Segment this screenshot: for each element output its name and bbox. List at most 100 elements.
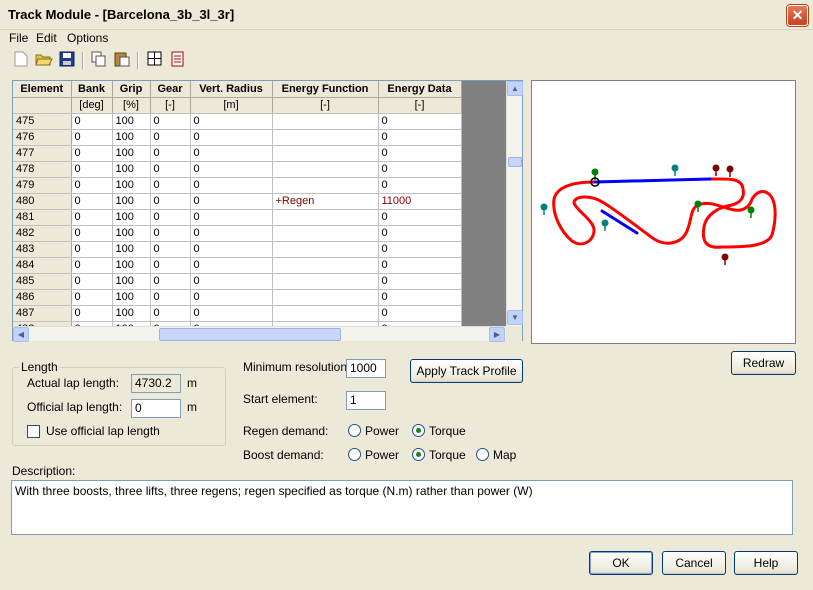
table-cell[interactable]: 100 <box>112 241 151 258</box>
table-cell[interactable]: 100 <box>112 305 151 322</box>
boost-torque-label[interactable]: Torque <box>429 448 466 462</box>
regen-torque-radio[interactable] <box>412 424 425 437</box>
table-cell[interactable]: 100 <box>112 177 151 194</box>
table-cell[interactable]: 0 <box>150 241 191 258</box>
table-cell[interactable]: 0 <box>150 177 191 194</box>
open-folder-icon[interactable] <box>34 51 54 71</box>
table-cell[interactable]: 100 <box>112 145 151 162</box>
help-button[interactable]: Help <box>734 551 798 575</box>
table-cell[interactable]: 0 <box>71 209 113 226</box>
table-cell[interactable]: 100 <box>112 209 151 226</box>
regen-power-label[interactable]: Power <box>365 424 399 438</box>
table-cell[interactable] <box>272 145 379 162</box>
table-cell[interactable]: 0 <box>190 193 273 210</box>
new-document-icon[interactable] <box>11 51 31 71</box>
table-cell[interactable]: 100 <box>112 225 151 242</box>
paste-icon[interactable] <box>112 51 132 71</box>
table-cell[interactable]: 0 <box>378 289 462 306</box>
table-cell[interactable]: 0 <box>190 161 273 178</box>
table-cell[interactable]: 0 <box>71 257 113 274</box>
table-cell[interactable]: 0 <box>190 225 273 242</box>
table-cell[interactable]: 0 <box>71 145 113 162</box>
table-cell[interactable] <box>272 113 379 130</box>
table-cell[interactable]: 0 <box>378 225 462 242</box>
redraw-button[interactable]: Redraw <box>731 351 796 375</box>
col-header[interactable]: Energy Data <box>378 81 462 98</box>
min-resolution-input[interactable]: 1000 <box>346 359 386 378</box>
table-cell[interactable]: 0 <box>150 129 191 146</box>
row-header-cell[interactable]: 479 <box>13 177 72 194</box>
table-cell[interactable]: 0 <box>378 113 462 130</box>
boost-torque-radio[interactable] <box>412 448 425 461</box>
row-header-cell[interactable]: 481 <box>13 209 72 226</box>
scroll-left-icon[interactable]: ◀ <box>13 327 29 342</box>
row-header-cell[interactable]: 484 <box>13 257 72 274</box>
close-button[interactable]: ✕ <box>787 5 808 26</box>
scroll-down-icon[interactable]: ▼ <box>507 310 523 325</box>
table-row[interactable]: 480 0 100 0 0 +Regen 11000 <box>13 193 462 210</box>
row-header-cell[interactable]: 475 <box>13 113 72 130</box>
table-cell[interactable]: 0 <box>190 241 273 258</box>
use-official-length-label[interactable]: Use official lap length <box>46 424 160 438</box>
table-cell[interactable]: 0 <box>190 289 273 306</box>
table-cell[interactable]: 0 <box>71 289 113 306</box>
table-cell[interactable]: 100 <box>112 161 151 178</box>
table-cell[interactable]: 0 <box>150 193 191 210</box>
scroll-thumb[interactable] <box>159 328 341 341</box>
official-lap-length-input[interactable]: 0 <box>131 399 181 418</box>
apply-track-profile-button[interactable]: Apply Track Profile <box>410 359 523 383</box>
table-row[interactable]: 486 0 100 0 0 0 <box>13 289 462 306</box>
table-cell[interactable]: 0 <box>150 161 191 178</box>
table-cell[interactable] <box>272 161 379 178</box>
description-textarea[interactable]: With three boosts, three lifts, three re… <box>11 480 793 535</box>
table-cell[interactable]: 0 <box>190 209 273 226</box>
col-header[interactable]: Vert. Radius <box>190 81 273 98</box>
table-cell[interactable]: 0 <box>378 145 462 162</box>
table-cell[interactable] <box>272 209 379 226</box>
table-cell[interactable]: 11000 <box>378 193 462 210</box>
cancel-button[interactable]: Cancel <box>662 551 726 575</box>
menu-edit[interactable]: Edit <box>36 31 57 45</box>
table-cell[interactable] <box>272 241 379 258</box>
table-cell[interactable]: 0 <box>190 305 273 322</box>
track-map-panel[interactable] <box>531 80 796 344</box>
table-cell[interactable]: 0 <box>190 273 273 290</box>
boost-power-label[interactable]: Power <box>365 448 399 462</box>
row-header-cell[interactable]: 480 <box>13 193 72 210</box>
table-cell[interactable]: 0 <box>190 177 273 194</box>
table-row[interactable]: 482 0 100 0 0 0 <box>13 225 462 242</box>
table-cell[interactable] <box>272 257 379 274</box>
table-cell[interactable]: 0 <box>71 177 113 194</box>
table-cell[interactable]: 0 <box>378 177 462 194</box>
regen-torque-label[interactable]: Torque <box>429 424 466 438</box>
table-cell[interactable]: 100 <box>112 129 151 146</box>
table-row[interactable]: 485 0 100 0 0 0 <box>13 273 462 290</box>
table-cell[interactable]: 0 <box>150 257 191 274</box>
table-cell[interactable]: 0 <box>71 225 113 242</box>
use-official-length-checkbox[interactable] <box>27 425 40 438</box>
table-cell[interactable] <box>272 289 379 306</box>
table-row[interactable]: 476 0 100 0 0 0 <box>13 129 462 146</box>
table-row[interactable]: 483 0 100 0 0 0 <box>13 241 462 258</box>
table-cell[interactable]: 0 <box>190 257 273 274</box>
col-header[interactable]: Bank <box>71 81 113 98</box>
table-cell[interactable] <box>272 225 379 242</box>
boost-power-radio[interactable] <box>348 448 361 461</box>
col-header[interactable]: Grip <box>112 81 151 98</box>
table-cell[interactable]: 0 <box>378 209 462 226</box>
row-header-cell[interactable]: 483 <box>13 241 72 258</box>
row-header-cell[interactable]: 477 <box>13 145 72 162</box>
row-header-cell[interactable]: 485 <box>13 273 72 290</box>
ok-button[interactable]: OK <box>589 551 653 575</box>
col-header[interactable]: Gear <box>150 81 191 98</box>
row-header-cell[interactable]: 487 <box>13 305 72 322</box>
table-cell[interactable]: 0 <box>71 273 113 290</box>
table-cell[interactable]: 0 <box>71 161 113 178</box>
table-cell[interactable]: 0 <box>378 161 462 178</box>
scroll-right-icon[interactable]: ▶ <box>489 327 505 342</box>
table-cell[interactable] <box>272 177 379 194</box>
boost-map-radio[interactable] <box>476 448 489 461</box>
table-row[interactable]: 487 0 100 0 0 0 <box>13 305 462 322</box>
save-icon[interactable] <box>57 51 77 71</box>
row-header-cell[interactable]: 476 <box>13 129 72 146</box>
